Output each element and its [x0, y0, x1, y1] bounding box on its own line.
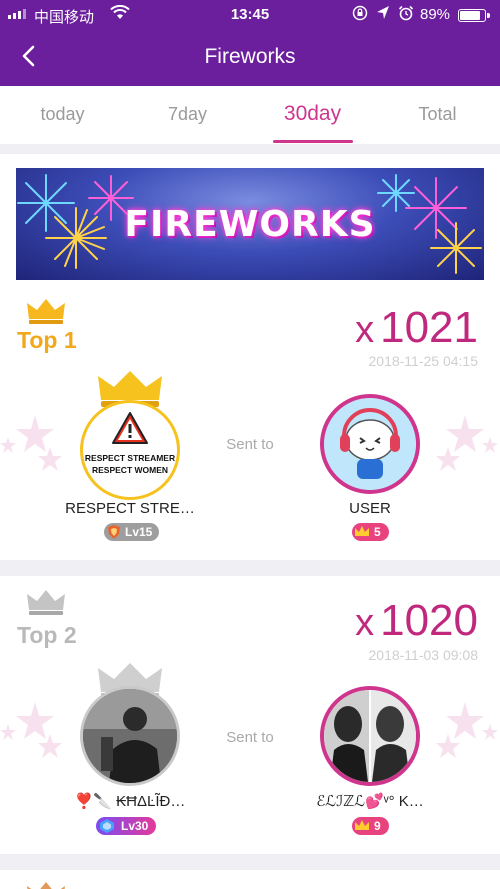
receiver-avatar[interactable]: [320, 394, 420, 494]
star-decoration-icon: [0, 702, 62, 758]
tab-30day[interactable]: 30day: [250, 102, 375, 126]
count-multiplier: x: [355, 309, 375, 351]
level-text: 9: [374, 819, 381, 833]
receiver-name[interactable]: USER: [280, 500, 460, 517]
star-decoration-icon: [436, 702, 498, 758]
star-decoration-icon: [0, 415, 62, 471]
avatar-text: RESPECT WOMEN: [91, 465, 169, 475]
period-tabs: today 7day 30day Total: [0, 86, 500, 144]
warning-icon: [112, 412, 148, 444]
count-value: 1020: [380, 596, 478, 645]
sent-to-label: Sent to: [226, 729, 274, 746]
receiver-level-badge: 5: [352, 523, 389, 541]
rank-label: Top 1: [17, 327, 77, 353]
battery-icon: [458, 9, 490, 22]
count-value: 1021: [380, 303, 478, 352]
tab-today[interactable]: today: [0, 104, 125, 125]
firework-count: x 1020: [355, 596, 478, 646]
active-tab-indicator: [273, 140, 353, 143]
silver-crown-icon: [27, 590, 65, 615]
sender-name[interactable]: ❣️🔪 ₭ĦΔĿĨĐ…: [40, 792, 220, 810]
user-photo-icon: [324, 690, 416, 782]
level-text: Lv15: [125, 525, 153, 539]
star-decoration-icon: [436, 415, 498, 471]
rotation-lock-icon: [352, 5, 368, 21]
rank-card: Top 1 x 1021 2018-11-25 04:15 RESPECT STR…: [0, 297, 500, 560]
rank-card: [0, 870, 500, 889]
cartoon-avatar-icon: [324, 398, 416, 490]
sender-level-badge: Lv30: [96, 817, 157, 835]
sent-to-label: Sent to: [226, 436, 274, 453]
fireworks-banner: FIREWORKS: [16, 168, 484, 280]
crown-icon: [355, 526, 369, 536]
status-bar: 中国移动 13:45 89%: [0, 0, 500, 30]
bronze-crown-icon: [27, 882, 65, 889]
shield-icon: [108, 525, 120, 539]
avatar-text: RESPECT STREAMER: [84, 453, 176, 463]
location-icon: [377, 6, 389, 19]
battery-percent: 89%: [420, 6, 451, 23]
banner-card: FIREWORKS: [0, 154, 500, 297]
count-multiplier: x: [355, 602, 375, 644]
receiver-name[interactable]: ℰℒℐℤℒ💕ᵛ° K…: [280, 792, 460, 810]
sender-name[interactable]: RESPECT STRE…: [40, 500, 220, 517]
timestamp: 2018-11-03 09:08: [368, 647, 479, 663]
sender-avatar[interactable]: [80, 686, 180, 786]
page-title: Fireworks: [204, 45, 296, 68]
receiver-level-badge: 9: [352, 817, 389, 835]
crown-icon: [355, 820, 369, 830]
level-text: 5: [374, 525, 381, 539]
tab-total[interactable]: Total: [375, 104, 500, 125]
rank-label: Top 2: [17, 622, 77, 648]
rank-card: Top 2 x 1020 2018-11-03 09:08 Sent to ❣️🔪…: [0, 576, 500, 854]
timestamp: 2018-11-25 04:15: [368, 353, 479, 369]
gold-crown-icon: [27, 299, 65, 324]
receiver-avatar[interactable]: [320, 686, 420, 786]
sender-level-badge: Lv15: [104, 523, 160, 541]
sender-avatar[interactable]: RESPECT STREAMER RESPECT WOMEN: [80, 400, 180, 500]
banner-title: FIREWORKS: [124, 204, 376, 245]
user-photo-icon: [83, 689, 177, 783]
alarm-icon: [398, 5, 414, 21]
level-text: Lv30: [121, 819, 149, 833]
tab-7day[interactable]: 7day: [125, 104, 250, 125]
app-header: 中国移动 13:45 89% Fireworks: [0, 0, 500, 86]
firework-count: x 1021: [355, 303, 478, 353]
gem-icon: [100, 819, 114, 833]
